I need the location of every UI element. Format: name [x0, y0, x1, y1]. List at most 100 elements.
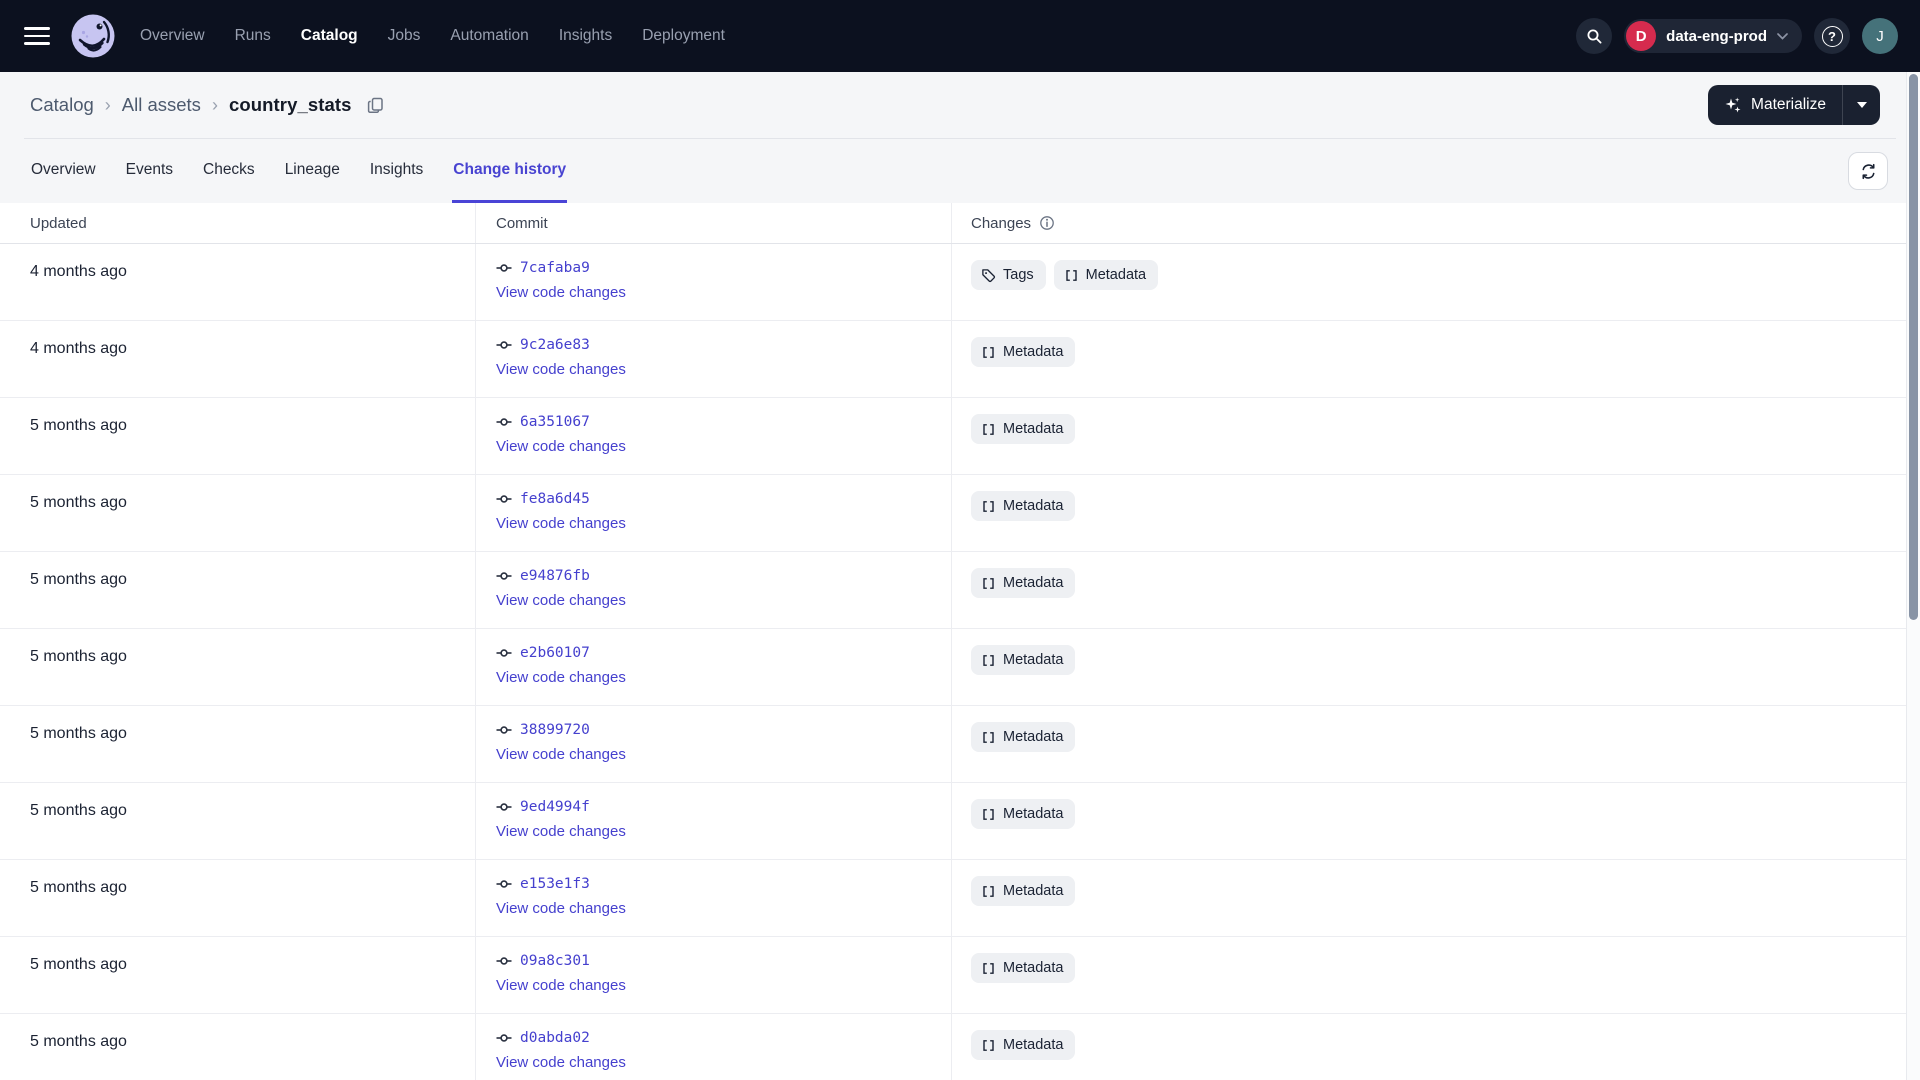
commit-hash-link[interactable]: d0abda02	[520, 1030, 590, 1046]
table-row: 5 months ago e2b60107 View code changes …	[0, 629, 1906, 706]
change-history-table: Updated Commit Changes 4 months ago 7caf…	[0, 203, 1906, 1080]
table-row: 5 months ago 9ed4994f View code changes …	[0, 783, 1906, 860]
view-code-changes-link[interactable]: View code changes	[496, 284, 626, 301]
nav-item-overview[interactable]: Overview	[140, 27, 205, 45]
deployment-initial-badge: D	[1626, 21, 1657, 51]
commit-icon	[496, 495, 512, 503]
brackets-icon	[981, 345, 996, 360]
changes-cell: Metadata	[951, 783, 1906, 859]
view-code-changes-link[interactable]: View code changes	[496, 438, 626, 455]
nav-item-catalog[interactable]: Catalog	[301, 27, 358, 45]
breadcrumb-separator-icon	[212, 95, 218, 116]
table-row: 5 months ago 09a8c301 View code changes …	[0, 937, 1906, 1014]
changes-cell: Metadata	[951, 860, 1906, 936]
user-avatar[interactable]: J	[1862, 18, 1898, 54]
deployment-switcher[interactable]: D data-eng-prod	[1624, 19, 1802, 53]
table-row: 5 months ago e153e1f3 View code changes …	[0, 860, 1906, 937]
row-updated: 5 months ago	[30, 571, 127, 588]
brackets-icon	[1064, 268, 1079, 283]
tab-change-history[interactable]: Change history	[452, 139, 568, 203]
change-badge: Metadata	[971, 1030, 1076, 1060]
commit-hash-link[interactable]: 9ed4994f	[520, 799, 590, 815]
commit-icon	[496, 418, 512, 426]
brackets-icon	[981, 884, 996, 899]
nav-item-insights[interactable]: Insights	[559, 27, 612, 45]
view-code-changes-link[interactable]: View code changes	[496, 900, 626, 917]
commit-hash-link[interactable]: fe8a6d45	[520, 491, 590, 507]
brackets-icon	[981, 499, 996, 514]
commit-icon	[496, 1034, 512, 1042]
tab-insights[interactable]: Insights	[369, 139, 424, 203]
view-code-changes-link[interactable]: View code changes	[496, 977, 626, 994]
help-button[interactable]	[1814, 18, 1850, 54]
brackets-icon	[981, 730, 996, 745]
changes-cell: Metadata	[951, 629, 1906, 705]
breadcrumb-link-catalog[interactable]: Catalog	[30, 94, 94, 116]
table-header-row: Updated Commit Changes	[0, 203, 1906, 244]
changes-cell: Metadata	[951, 552, 1906, 628]
materialize-split-button: Materialize	[1708, 85, 1880, 125]
row-updated: 5 months ago	[30, 1033, 127, 1050]
change-badge: Tags	[971, 260, 1046, 290]
refresh-button[interactable]	[1848, 152, 1888, 190]
hamburger-menu-button[interactable]	[24, 27, 50, 45]
row-updated: 4 months ago	[30, 263, 127, 280]
commit-hash-link[interactable]: 09a8c301	[520, 953, 590, 969]
primary-nav: Overview Runs Catalog Jobs Automation Insight…	[140, 27, 725, 45]
change-badge: Metadata	[971, 953, 1076, 983]
breadcrumb-separator-icon	[105, 95, 111, 116]
table-row: 5 months ago 6a351067 View code changes …	[0, 398, 1906, 475]
commit-hash-link[interactable]: e153e1f3	[520, 876, 590, 892]
info-icon[interactable]	[1039, 215, 1055, 231]
tag-icon	[981, 268, 996, 283]
brackets-icon	[981, 961, 996, 976]
asset-name: country_stats	[228, 94, 352, 115]
chevron-down-icon	[1777, 32, 1788, 40]
column-header-updated: Updated	[30, 214, 87, 232]
brackets-icon	[981, 422, 996, 437]
view-code-changes-link[interactable]: View code changes	[496, 823, 626, 840]
scrollbar-thumb[interactable]	[1909, 74, 1918, 620]
view-code-changes-link[interactable]: View code changes	[496, 669, 626, 686]
materialize-button[interactable]: Materialize	[1708, 85, 1842, 125]
page-header: Catalog All assets country_stats Material…	[0, 72, 1920, 203]
changes-cell: Metadata	[951, 321, 1906, 397]
tab-events[interactable]: Events	[125, 139, 174, 203]
change-badge: Metadata	[971, 568, 1076, 598]
breadcrumb-link-all-assets[interactable]: All assets	[122, 94, 201, 116]
commit-icon	[496, 341, 512, 349]
commit-icon	[496, 957, 512, 965]
view-code-changes-link[interactable]: View code changes	[496, 592, 626, 609]
view-code-changes-link[interactable]: View code changes	[496, 361, 626, 378]
commit-hash-link[interactable]: 38899720	[520, 722, 590, 738]
view-code-changes-link[interactable]: View code changes	[496, 515, 626, 532]
commit-hash-link[interactable]: e2b60107	[520, 645, 590, 661]
commit-hash-link[interactable]: e94876fb	[520, 568, 590, 584]
tab-checks[interactable]: Checks	[202, 139, 256, 203]
copy-asset-name-button[interactable]	[367, 97, 384, 114]
nav-item-automation[interactable]: Automation	[450, 27, 528, 45]
search-button[interactable]	[1576, 18, 1613, 54]
materialize-options-button[interactable]	[1842, 85, 1880, 125]
tab-overview[interactable]: Overview	[30, 139, 97, 203]
sparkle-icon	[1725, 97, 1741, 113]
commit-hash-link[interactable]: 7cafaba9	[520, 260, 590, 276]
table-row: 5 months ago e94876fb View code changes …	[0, 552, 1906, 629]
view-code-changes-link[interactable]: View code changes	[496, 746, 626, 763]
nav-item-deployment[interactable]: Deployment	[642, 27, 725, 45]
nav-item-runs[interactable]: Runs	[235, 27, 271, 45]
asset-tabs: Overview Events Checks Lineage Insights Chang…	[30, 139, 568, 203]
commit-hash-link[interactable]: 6a351067	[520, 414, 590, 430]
nav-item-jobs[interactable]: Jobs	[388, 27, 421, 45]
view-code-changes-link[interactable]: View code changes	[496, 1054, 626, 1071]
commit-icon	[496, 880, 512, 888]
copy-icon	[367, 97, 383, 113]
scrollbar-track[interactable]	[1906, 72, 1920, 1080]
dagster-logo[interactable]	[70, 13, 116, 59]
brackets-icon	[981, 576, 996, 591]
nav-right-cluster: D data-eng-prod J	[1576, 18, 1898, 54]
tab-lineage[interactable]: Lineage	[284, 139, 341, 203]
row-updated: 5 months ago	[30, 725, 127, 742]
commit-hash-link[interactable]: 9c2a6e83	[520, 337, 590, 353]
commit-icon	[496, 803, 512, 811]
